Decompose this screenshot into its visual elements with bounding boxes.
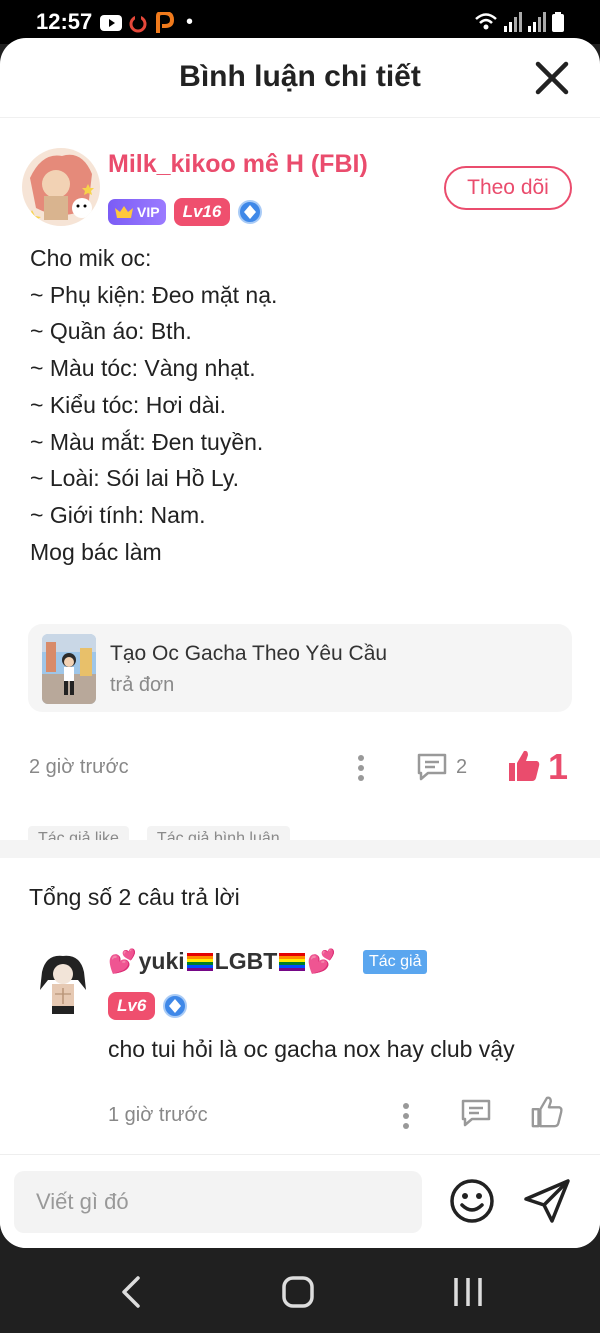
notification-icons: • xyxy=(100,11,193,34)
app-notification-icon xyxy=(129,14,147,32)
replies-count-heading: Tổng số 2 câu trả lời xyxy=(29,884,240,910)
like-icon[interactable] xyxy=(530,1095,564,1129)
comment-line: Mog bác làm xyxy=(30,538,162,565)
username-part: LGBT xyxy=(214,948,278,974)
section-divider xyxy=(0,840,600,858)
close-icon[interactable] xyxy=(534,60,570,96)
comment-body: Cho mik oc: ~ Phụ kiện: Đeo mặt nạ. ~ Qu… xyxy=(30,240,570,570)
post-thumbnail xyxy=(42,634,96,704)
comment-detail-sheet: Bình luận chi tiết Milk_kikoo mê H (FBI) xyxy=(0,38,600,1248)
username-part: yuki xyxy=(138,948,185,974)
comment-timestamp: 2 giờ trước xyxy=(29,756,129,778)
avatar-image xyxy=(28,950,98,1020)
comment-actions: 2 giờ trước 2 1 xyxy=(0,746,600,790)
user-badges: Lv6 xyxy=(108,992,188,1020)
home-icon[interactable] xyxy=(280,1274,316,1310)
status-time: 12:57 xyxy=(36,9,93,34)
comment-line: ~ Màu mắt: Đen tuyền. xyxy=(30,428,264,455)
like-count: 1 xyxy=(548,746,569,787)
main-comment: Milk_kikoo mê H (FBI) VIP Lv16 Theo dõi … xyxy=(0,118,600,852)
recent-apps-icon[interactable] xyxy=(448,1274,488,1310)
header: Bình luận chi tiết xyxy=(0,38,600,118)
youtube-icon xyxy=(100,14,122,31)
vip-label: VIP xyxy=(137,204,160,220)
comment-line: ~ Loài: Sói lai Hồ Ly. xyxy=(30,465,240,492)
heart-emoji-icon: 💕 xyxy=(307,948,336,974)
more-options-icon[interactable] xyxy=(395,1101,417,1131)
user-badges: VIP Lv16 xyxy=(108,198,263,226)
heart-emoji-icon: 💕 xyxy=(108,948,137,974)
system-icons xyxy=(474,12,564,32)
follow-button[interactable]: Theo dõi xyxy=(444,166,572,210)
avatar-image xyxy=(22,148,100,226)
avatar[interactable] xyxy=(22,148,100,226)
battery-icon xyxy=(552,12,564,32)
crown-icon xyxy=(115,206,133,218)
verified-badge-icon xyxy=(238,200,263,224)
comment-input-bar xyxy=(0,1154,600,1248)
emoji-icon[interactable] xyxy=(448,1177,496,1225)
vip-badge: VIP xyxy=(108,199,166,225)
avatar[interactable] xyxy=(28,950,98,1020)
wifi-icon xyxy=(475,13,497,30)
reply-item: 💕 yuki LGBT 💕 Tác giả Lv6 cho tui hỏi là… xyxy=(0,938,600,1158)
back-icon[interactable] xyxy=(116,1274,146,1310)
username[interactable]: 💕 yuki LGBT 💕 xyxy=(108,948,336,975)
level-badge: Lv16 xyxy=(173,198,231,226)
like-icon[interactable] xyxy=(506,748,542,784)
comment-icon[interactable] xyxy=(460,1098,492,1128)
more-options-icon[interactable] xyxy=(350,752,372,784)
author-badge: Tác giả xyxy=(363,950,428,974)
comment-line: Cho mik oc: xyxy=(30,245,152,271)
comment-icon[interactable] xyxy=(416,752,448,782)
comment-line: ~ Phụ kiện: Đeo mặt nạ. xyxy=(30,281,278,308)
more-notifications-dot: • xyxy=(186,11,194,33)
username[interactable]: Milk_kikoo mê H (FBI) xyxy=(108,150,368,179)
post-title: Tạo Oc Gacha Theo Yêu Cầu xyxy=(110,642,388,665)
p-app-icon xyxy=(156,11,174,33)
comment-line: ~ Màu tóc: Vàng nhạt. xyxy=(30,355,256,382)
reply-body: cho tui hỏi là oc gacha nox hay club vậy xyxy=(108,1036,515,1062)
system-navigation-bar xyxy=(0,1248,600,1333)
comment-count: 2 xyxy=(456,756,468,778)
page-title: Bình luận chi tiết xyxy=(179,60,421,93)
post-subtitle: trả đơn xyxy=(110,674,175,696)
reply-timestamp: 1 giờ trước xyxy=(108,1104,208,1126)
linked-post-card[interactable]: Tạo Oc Gacha Theo Yêu Cầu trả đơn xyxy=(28,624,572,712)
level-badge: Lv6 xyxy=(108,992,156,1020)
signal-icon xyxy=(504,12,522,32)
rainbow-flag-icon xyxy=(186,952,213,971)
comment-line: ~ Giới tính: Nam. xyxy=(30,501,206,528)
signal-icon-2 xyxy=(528,12,546,32)
comment-input[interactable] xyxy=(14,1171,422,1233)
comment-line: ~ Kiểu tóc: Hơi dài. xyxy=(30,391,226,418)
send-icon[interactable] xyxy=(522,1177,572,1225)
rainbow-flag-icon xyxy=(279,952,306,971)
comment-line: ~ Quần áo: Bth. xyxy=(30,318,192,345)
verified-badge-icon xyxy=(163,994,188,1018)
